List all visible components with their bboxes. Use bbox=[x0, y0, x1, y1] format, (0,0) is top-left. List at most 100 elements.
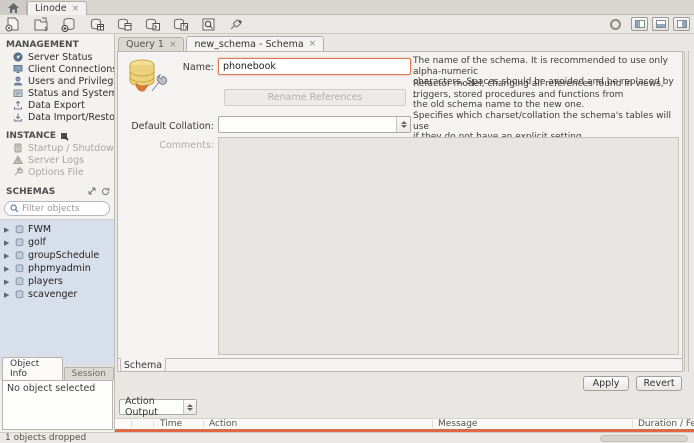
sidebar-item-data-export[interactable]: Data Export bbox=[0, 99, 114, 111]
variables-icon bbox=[13, 88, 23, 98]
toggle-left-panel-icon bbox=[635, 20, 645, 28]
sidebar-item-status-system-variables[interactable]: Status and System Variables bbox=[0, 87, 114, 99]
name-label: Name: bbox=[122, 62, 214, 73]
sidebar-item-startup-shutdown[interactable]: Startup / Shutdown bbox=[0, 142, 114, 154]
create-procedure-icon[interactable] bbox=[144, 16, 161, 32]
create-view-icon[interactable] bbox=[116, 16, 133, 32]
tab-label: Query 1 bbox=[126, 39, 164, 50]
main-area: Query 1 × new_schema - Schema × Name: Th… bbox=[115, 34, 694, 430]
reconnect-dbms-icon[interactable] bbox=[228, 16, 245, 32]
tab-session[interactable]: Session bbox=[64, 367, 114, 380]
warning-icon bbox=[13, 155, 23, 165]
schema-tree-item-groupschedule[interactable]: ▶ groupSchedule bbox=[0, 249, 114, 262]
schema-name-input[interactable] bbox=[218, 58, 411, 75]
schema-tree-item-phpmyadmin[interactable]: ▶ phpmyadmin bbox=[0, 262, 114, 275]
monitor-icon bbox=[13, 64, 23, 74]
toolbar-right-controls bbox=[610, 17, 690, 31]
search-icon bbox=[10, 204, 19, 213]
schema-filter-input[interactable] bbox=[22, 204, 102, 214]
sidebar-item-server-status[interactable]: Server Status bbox=[0, 51, 114, 63]
activity-indicator-icon bbox=[610, 19, 621, 30]
create-schema-icon[interactable] bbox=[60, 16, 77, 32]
mysql-workbench-window: Linode × fx bbox=[0, 0, 694, 443]
schema-tree-item-scavenger[interactable]: ▶ scavenger bbox=[0, 288, 114, 301]
toggle-bottom-panel-icon bbox=[656, 20, 666, 28]
home-tab[interactable] bbox=[0, 0, 27, 15]
sidebar-item-label: Startup / Shutdown bbox=[28, 143, 114, 154]
connection-tab-label: Linode bbox=[35, 3, 67, 14]
instance-header-label: INSTANCE bbox=[6, 131, 56, 141]
tab-schema-bottom[interactable]: Schema bbox=[120, 358, 166, 372]
tab-new-schema[interactable]: new_schema - Schema × bbox=[186, 36, 324, 51]
output-selector[interactable]: Action Output bbox=[119, 399, 197, 415]
toggle-right-panel-button[interactable] bbox=[673, 17, 690, 31]
close-icon[interactable]: × bbox=[72, 4, 80, 14]
close-icon[interactable]: × bbox=[169, 40, 177, 50]
status-text: 1 objects dropped bbox=[5, 433, 86, 443]
schema-tree-label: scavenger bbox=[28, 289, 77, 300]
schema-icon bbox=[15, 251, 24, 260]
refresh-icon[interactable] bbox=[101, 187, 110, 196]
revert-button[interactable]: Revert bbox=[636, 376, 682, 391]
tab-object-info[interactable]: Object Info bbox=[2, 357, 63, 380]
sidebar-item-options-file[interactable]: Options File bbox=[0, 166, 114, 178]
connection-tab[interactable]: Linode × bbox=[27, 1, 87, 15]
chevron-right-icon[interactable]: ▶ bbox=[4, 226, 11, 234]
apply-button[interactable]: Apply bbox=[583, 376, 629, 391]
create-table-icon[interactable] bbox=[88, 16, 105, 32]
toggle-bottom-panel-button[interactable] bbox=[652, 17, 669, 31]
default-collation-select[interactable] bbox=[218, 116, 411, 133]
sidebar-item-label: Server Status bbox=[28, 52, 92, 63]
expand-panel-icon[interactable] bbox=[88, 187, 96, 195]
comments-label: Comments: bbox=[122, 140, 214, 151]
gauge-icon bbox=[13, 52, 23, 62]
schema-editor-panel: Name: The name of the schema. It is reco… bbox=[117, 51, 683, 372]
schema-tree-label: FWM bbox=[28, 224, 51, 235]
new-query-tab-icon[interactable] bbox=[4, 16, 21, 32]
column-header-time[interactable]: Time bbox=[160, 419, 182, 429]
management-section-header: MANAGEMENT bbox=[0, 39, 114, 51]
user-icon bbox=[13, 76, 23, 86]
sidebar-item-client-connections[interactable]: Client Connections bbox=[0, 63, 114, 75]
chevron-right-icon[interactable]: ▶ bbox=[4, 252, 11, 260]
sidebar-item-label: Data Import/Restore bbox=[28, 112, 114, 123]
toggle-left-panel-button[interactable] bbox=[631, 17, 648, 31]
instance-section-header: INSTANCE bbox=[0, 130, 114, 142]
wrench-icon bbox=[13, 167, 23, 177]
schema-icon bbox=[15, 264, 24, 273]
comments-textarea[interactable] bbox=[218, 137, 679, 355]
rename-references-button[interactable]: Rename References bbox=[224, 89, 406, 106]
action-button-row: Apply Revert bbox=[115, 372, 694, 396]
schema-tree-item-golf[interactable]: ▶ golf bbox=[0, 236, 114, 249]
sidebar-item-label: Server Logs bbox=[28, 155, 84, 166]
power-icon bbox=[13, 143, 23, 153]
schemas-section-header: SCHEMAS bbox=[0, 186, 114, 198]
tab-label: Schema bbox=[124, 360, 162, 371]
chevron-right-icon[interactable]: ▶ bbox=[4, 265, 11, 273]
sidebar-item-server-logs[interactable]: Server Logs bbox=[0, 154, 114, 166]
search-data-icon[interactable] bbox=[200, 16, 217, 32]
column-header-message[interactable]: Message bbox=[438, 419, 477, 429]
sidebar-item-data-import[interactable]: Data Import/Restore bbox=[0, 111, 114, 123]
sidebar-item-users-privileges[interactable]: Users and Privileges bbox=[0, 75, 114, 87]
horizontal-scrollbar[interactable] bbox=[600, 435, 688, 442]
open-sql-script-icon[interactable] bbox=[32, 16, 49, 32]
panel-splitter[interactable] bbox=[684, 51, 689, 372]
schema-tree-item-fwm[interactable]: ▶ FWM bbox=[0, 223, 114, 236]
management-header-label: MANAGEMENT bbox=[6, 40, 79, 50]
sidebar-item-label: Client Connections bbox=[28, 64, 114, 75]
schema-tree-item-players[interactable]: ▶ players bbox=[0, 275, 114, 288]
chevron-right-icon[interactable]: ▶ bbox=[4, 291, 11, 299]
chevron-right-icon[interactable]: ▶ bbox=[4, 239, 11, 247]
column-header-action[interactable]: Action bbox=[209, 419, 237, 429]
tab-query-1[interactable]: Query 1 × bbox=[118, 37, 184, 51]
chevron-right-icon[interactable]: ▶ bbox=[4, 278, 11, 286]
column-header-duration[interactable]: Duration / Fetch bbox=[638, 419, 694, 429]
spinner-icon[interactable] bbox=[183, 400, 196, 414]
schemas-header-label: SCHEMAS bbox=[6, 187, 55, 197]
schema-icon bbox=[15, 290, 24, 299]
refactor-help-text: Refactor model, changing all references … bbox=[413, 79, 678, 111]
close-icon[interactable]: × bbox=[309, 39, 317, 49]
create-function-icon[interactable]: fx bbox=[172, 16, 189, 32]
spinner-icon[interactable] bbox=[396, 117, 410, 132]
